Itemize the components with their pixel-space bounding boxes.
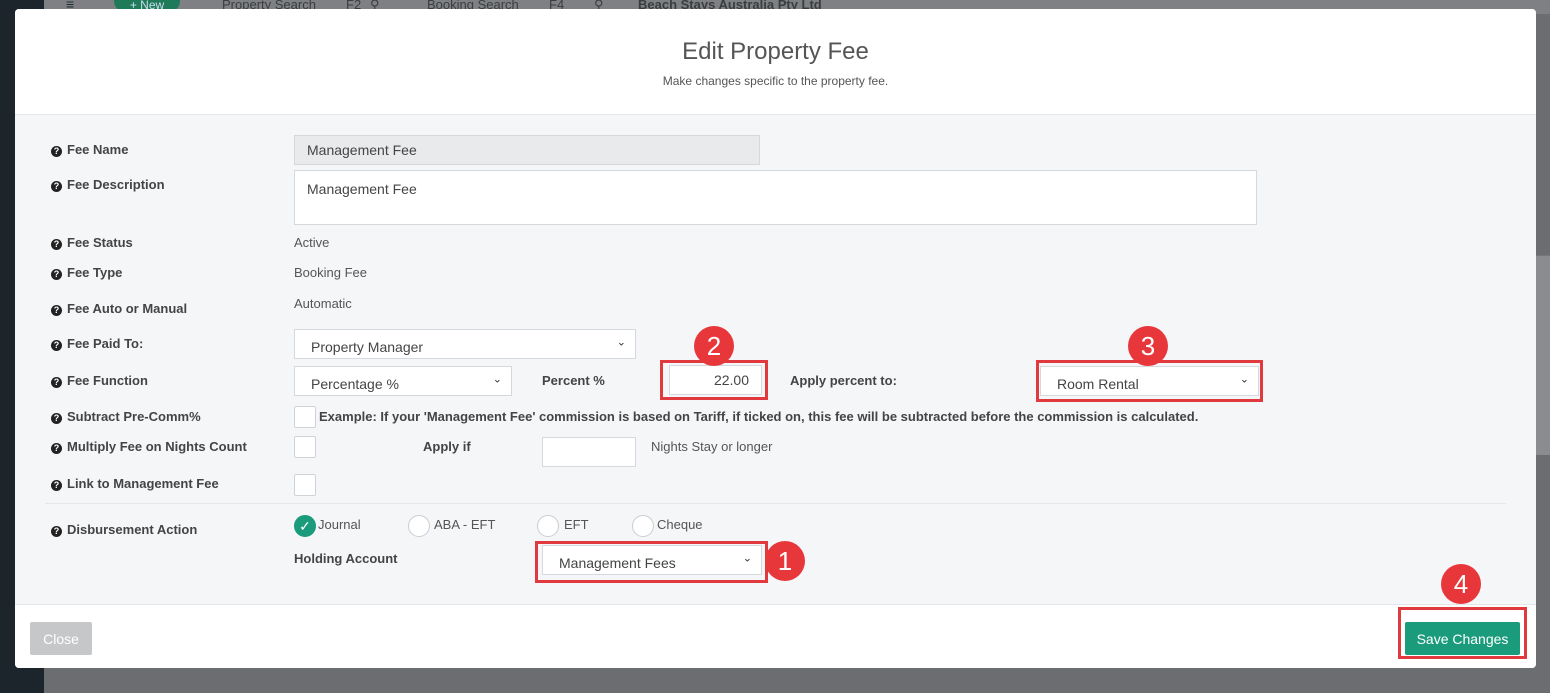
help-icon[interactable]: ? bbox=[51, 340, 62, 351]
help-icon[interactable]: ? bbox=[51, 377, 62, 388]
help-icon[interactable]: ? bbox=[51, 239, 62, 250]
subtract-checkbox[interactable] bbox=[294, 406, 316, 428]
link-checkbox[interactable] bbox=[294, 474, 316, 496]
help-icon[interactable]: ? bbox=[51, 146, 62, 157]
multiply-label: ? Multiply Fee on Nights Count bbox=[51, 439, 247, 454]
fee-auto-label: ? Fee Auto or Manual bbox=[51, 301, 187, 316]
radio-eft-label: EFT bbox=[564, 517, 589, 532]
radio-aba-eft[interactable] bbox=[408, 515, 430, 537]
help-icon[interactable]: ? bbox=[51, 413, 62, 424]
help-icon[interactable]: ? bbox=[51, 181, 62, 192]
help-icon[interactable]: ? bbox=[51, 480, 62, 491]
annotation-badge-1: 1 bbox=[765, 541, 805, 581]
fee-function-label: ? Fee Function bbox=[51, 373, 148, 388]
radio-journal-label: Journal bbox=[318, 517, 361, 532]
divider bbox=[45, 503, 1506, 504]
fee-description-label: ? Fee Description bbox=[51, 177, 165, 192]
fee-status-label: ? Fee Status bbox=[51, 235, 133, 250]
modal-footer: Close Save Changes bbox=[15, 604, 1536, 668]
fee-name-field: Management Fee bbox=[294, 135, 760, 165]
help-icon[interactable]: ? bbox=[51, 443, 62, 454]
fee-description-textarea[interactable]: Management Fee bbox=[294, 170, 1257, 225]
nights-input[interactable] bbox=[542, 437, 636, 467]
fee-paid-to-select[interactable]: Property Manager ⌄ bbox=[294, 329, 636, 359]
check-icon: ✓ bbox=[299, 518, 311, 534]
fee-type-label: ? Fee Type bbox=[51, 265, 122, 280]
annotation-box-3 bbox=[1036, 360, 1263, 402]
link-label: ? Link to Management Fee bbox=[51, 476, 219, 491]
holding-account-label: Holding Account bbox=[294, 551, 398, 566]
multiply-checkbox[interactable] bbox=[294, 436, 316, 458]
annotation-box-2 bbox=[660, 360, 768, 400]
percent-label: Percent % bbox=[542, 373, 605, 388]
help-icon[interactable]: ? bbox=[51, 526, 62, 537]
modal-title: Edit Property Fee bbox=[682, 38, 869, 65]
subtract-label: ? Subtract Pre-Comm% bbox=[51, 409, 201, 424]
disbursement-label: ? Disbursement Action bbox=[51, 522, 197, 537]
radio-eft[interactable] bbox=[537, 515, 559, 537]
fee-paid-to-label: ? Fee Paid To: bbox=[51, 336, 143, 351]
annotation-box-4 bbox=[1398, 607, 1527, 659]
radio-journal[interactable]: ✓ bbox=[294, 515, 316, 537]
modal-header: Edit Property Fee Make changes specific … bbox=[15, 9, 1536, 115]
radio-aba-eft-label: ABA - EFT bbox=[434, 517, 496, 532]
chevron-down-icon: ⌄ bbox=[616, 336, 626, 349]
apply-if-label: Apply if bbox=[423, 439, 471, 454]
apply-percent-label: Apply percent to: bbox=[790, 373, 897, 388]
annotation-badge-2: 2 bbox=[694, 326, 734, 366]
app-background-table bbox=[1536, 255, 1550, 455]
help-icon[interactable]: ? bbox=[51, 269, 62, 280]
radio-cheque[interactable] bbox=[632, 515, 654, 537]
close-button[interactable]: Close bbox=[30, 622, 92, 655]
chevron-down-icon: ⌄ bbox=[492, 373, 502, 386]
modal-subtitle: Make changes specific to the property fe… bbox=[662, 74, 889, 88]
annotation-badge-4: 4 bbox=[1441, 564, 1481, 604]
radio-cheque-label: Cheque bbox=[657, 517, 703, 532]
subtract-example-text: Example: If your 'Management Fee' commis… bbox=[319, 409, 1199, 424]
fee-status-value: Active bbox=[294, 235, 330, 250]
nights-suffix: Nights Stay or longer bbox=[651, 439, 773, 454]
annotation-badge-3: 3 bbox=[1128, 326, 1168, 366]
fee-auto-value: Automatic bbox=[294, 296, 352, 311]
help-icon[interactable]: ? bbox=[51, 305, 62, 316]
fee-name-label: ? Fee Name bbox=[51, 142, 128, 157]
annotation-box-1 bbox=[535, 541, 768, 583]
fee-type-value: Booking Fee bbox=[294, 265, 367, 280]
fee-function-select[interactable]: Percentage % ⌄ bbox=[294, 366, 512, 396]
